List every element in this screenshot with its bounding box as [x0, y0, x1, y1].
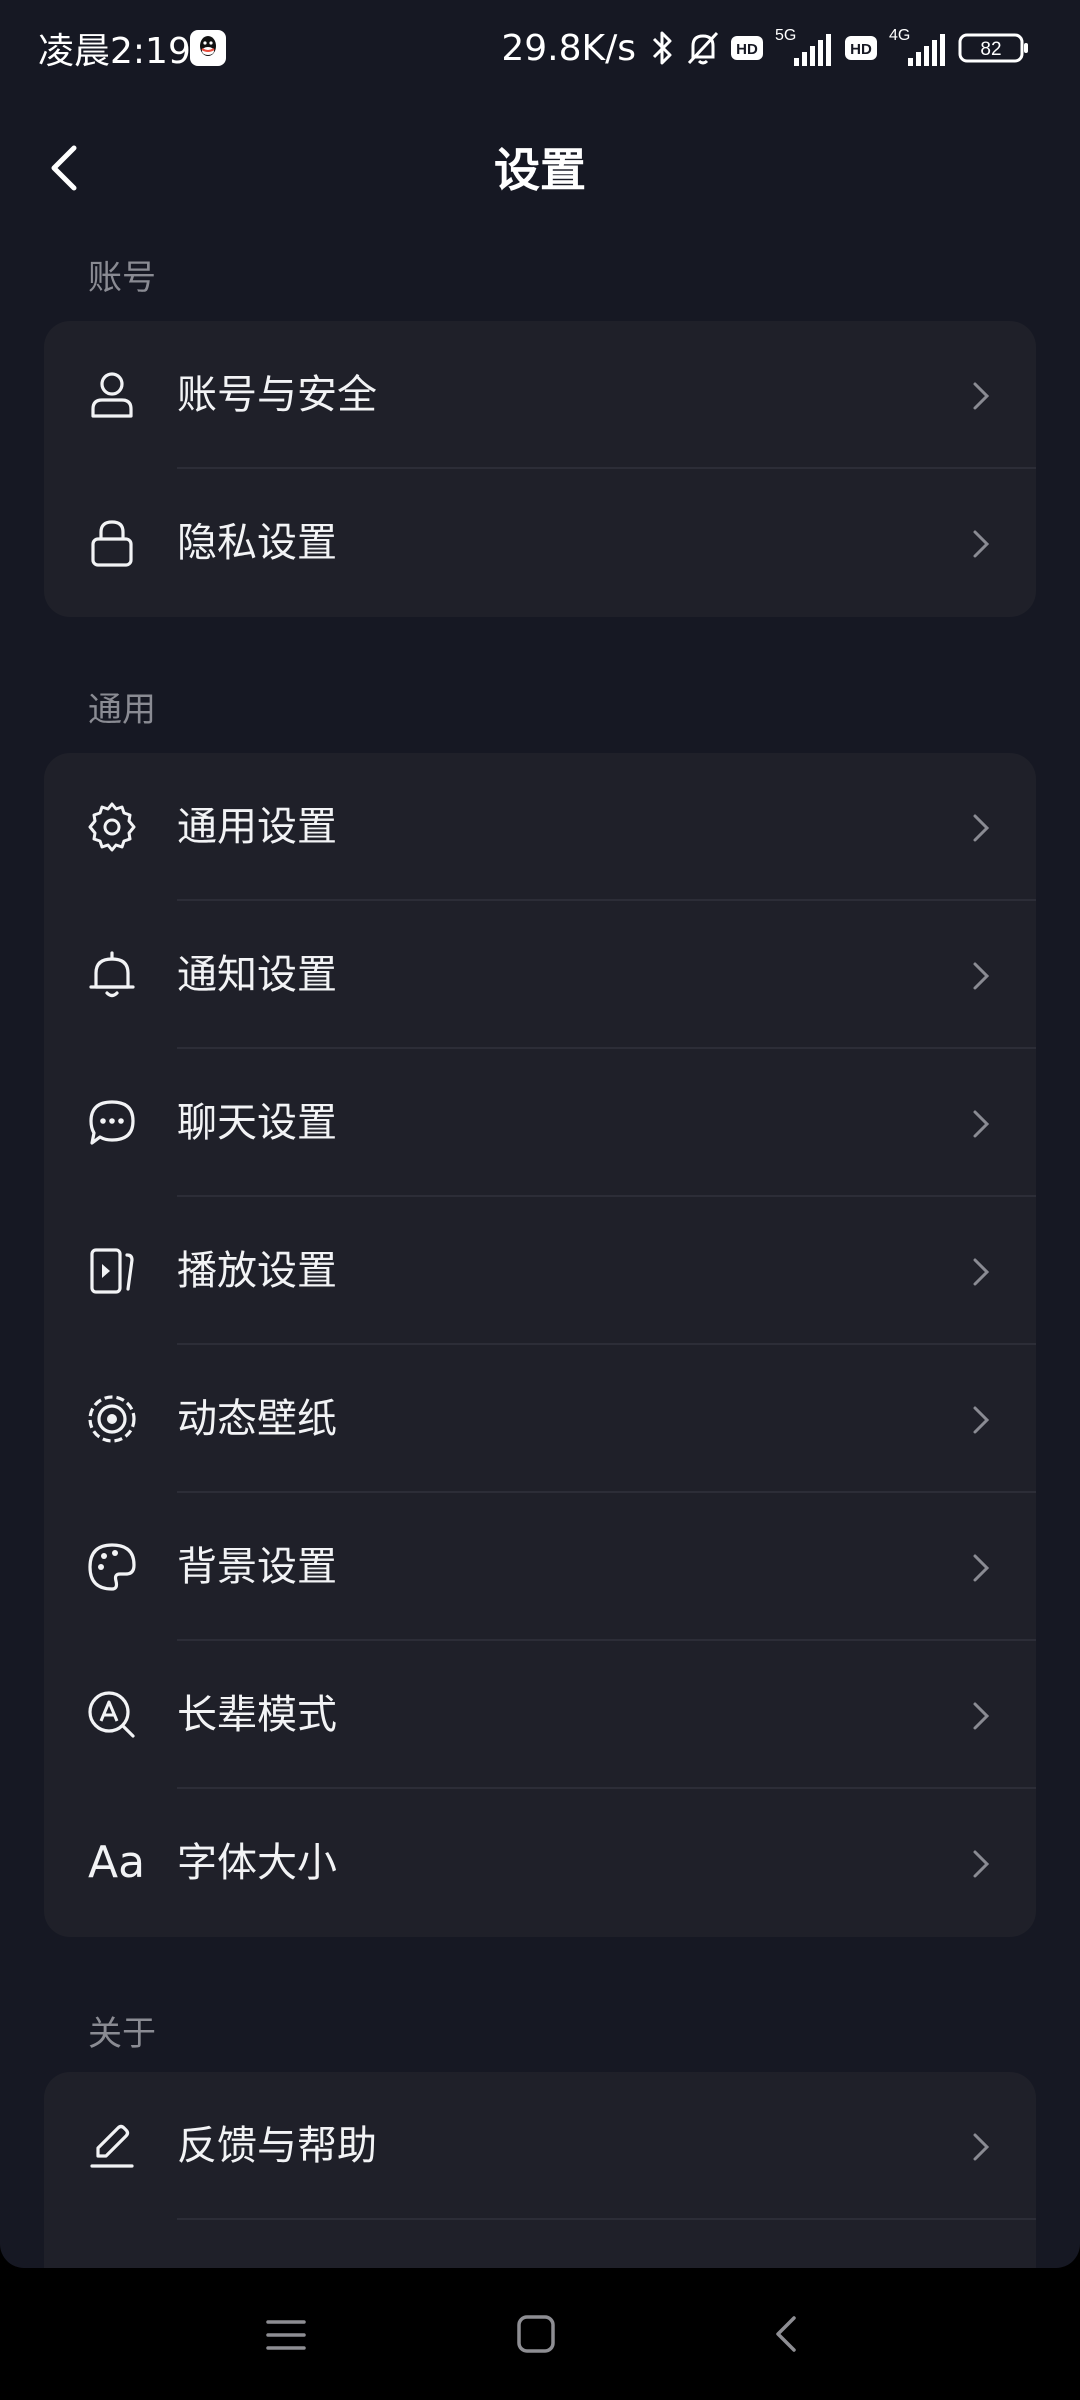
settings-item-label: 隐私设置: [177, 520, 337, 566]
section-label-account: 账号: [88, 258, 156, 298]
back-nav-icon[interactable]: [764, 2312, 812, 2358]
chevron-right-icon: [973, 2133, 990, 2161]
hd-voice-icon: HD: [731, 36, 763, 60]
settings-item-elder-mode[interactable]: 长辈模式: [44, 1641, 1036, 1789]
status-bar: 凌晨2:19 29.8K/s HD 5G HD 4G 82: [0, 0, 1080, 96]
net-5g-label: 5G: [775, 27, 796, 44]
settings-item-label: 通用设置: [177, 804, 337, 850]
chevron-right-icon: [973, 1110, 990, 1138]
settings-item-label: 播放设置: [177, 1248, 337, 1294]
settings-item-general[interactable]: 通用设置: [44, 753, 1036, 901]
app-header: 设置: [0, 100, 1080, 234]
menu-icon[interactable]: [262, 2312, 310, 2358]
lock-icon: [91, 520, 133, 567]
section-label-about: 关于: [88, 2014, 156, 2054]
battery-icon: 82: [958, 33, 1028, 63]
hd-voice-icon-2: HD: [845, 36, 877, 60]
page-title: 设置: [494, 143, 586, 197]
card-general: 通用设置 通知设置 聊天设置 播放设置 动态壁纸 背景设置 长辈模式 Aa 字体…: [44, 753, 1036, 1937]
settings-item-label: 背景设置: [177, 1544, 337, 1590]
section-label-general: 通用: [88, 690, 156, 730]
chevron-right-icon: [973, 382, 990, 410]
chevron-right-icon: [973, 1258, 990, 1286]
settings-item-label: 反馈与帮助: [177, 2123, 377, 2169]
card-about: 反馈与帮助: [44, 2072, 1036, 2268]
hd-label: HD: [736, 41, 758, 58]
settings-item-chat[interactable]: 聊天设置: [44, 1049, 1036, 1197]
chevron-right-icon: [973, 814, 990, 842]
chat-bubble-icon: [89, 1100, 135, 1145]
chevron-right-icon: [973, 1702, 990, 1730]
play-screen-icon: [90, 1248, 134, 1294]
font-size-icon: Aa: [88, 1837, 146, 1888]
status-time: 凌晨2:19: [38, 31, 191, 72]
settings-item-feedback[interactable]: 反馈与帮助: [44, 2072, 1036, 2220]
gear-icon: [88, 802, 136, 852]
settings-item-label: 通知设置: [177, 952, 337, 998]
net-4g-label: 4G: [889, 27, 910, 44]
settings-screen: 凌晨2:19 29.8K/s HD 5G HD 4G 82 设置 账号 账号与安…: [0, 0, 1080, 2268]
chevron-right-icon: [973, 1850, 990, 1878]
bell-icon: [89, 951, 135, 998]
battery-level: 82: [980, 39, 1001, 60]
divider: [177, 2218, 1036, 2220]
settings-item-playback[interactable]: 播放设置: [44, 1197, 1036, 1345]
settings-item-label: 长辈模式: [177, 1692, 337, 1738]
chevron-right-icon: [973, 1406, 990, 1434]
settings-item-account-security[interactable]: 账号与安全: [44, 321, 1036, 469]
settings-item-label: 字体大小: [177, 1840, 337, 1886]
palette-icon: [88, 1543, 136, 1591]
wallpaper-target-icon: [88, 1395, 136, 1443]
system-nav-bar: [0, 2268, 1080, 2400]
settings-item-privacy[interactable]: 隐私设置: [44, 469, 1036, 617]
hd-label-2: HD: [850, 41, 872, 58]
settings-item-wallpaper[interactable]: 动态壁纸: [44, 1345, 1036, 1493]
chevron-right-icon: [973, 1554, 990, 1582]
signal-4g-icon: 4G: [889, 27, 945, 66]
bell-off-icon: [687, 31, 719, 65]
settings-item-font-size[interactable]: Aa 字体大小: [44, 1789, 1036, 1937]
chevron-right-icon: [973, 962, 990, 990]
signal-5g-icon: 5G: [775, 27, 831, 66]
pen-icon: [90, 2124, 134, 2168]
qq-notification-icon: [190, 30, 226, 66]
settings-item-background[interactable]: 背景设置: [44, 1493, 1036, 1641]
elder-mode-icon: [88, 1691, 135, 1738]
settings-item-label: 动态壁纸: [177, 1396, 337, 1442]
home-icon[interactable]: [512, 2312, 560, 2358]
bluetooth-icon: [652, 31, 672, 65]
network-speed: 29.8K/s: [501, 27, 636, 69]
settings-item-label: 聊天设置: [177, 1100, 337, 1146]
person-icon: [91, 372, 133, 418]
chevron-right-icon: [973, 530, 990, 558]
settings-item-notification[interactable]: 通知设置: [44, 901, 1036, 1049]
card-account: 账号与安全 隐私设置: [44, 321, 1036, 617]
settings-item-label: 账号与安全: [177, 372, 377, 418]
status-right: 29.8K/s HD 5G HD 4G 82: [501, 22, 1030, 74]
